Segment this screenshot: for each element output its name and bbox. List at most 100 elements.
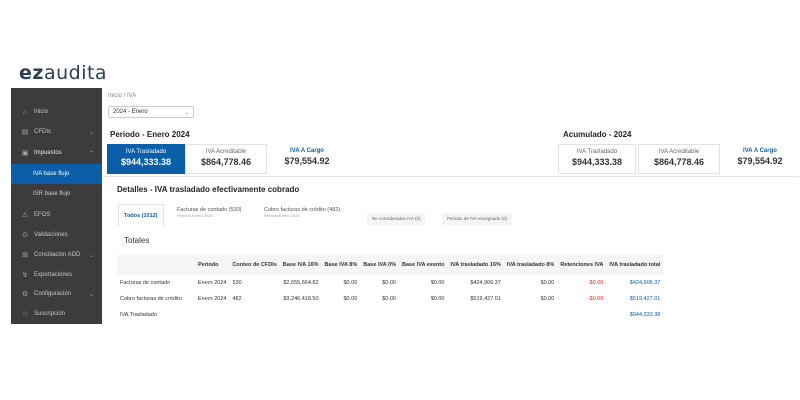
card-iva-acreditable[interactable]: IVA Acreditable $864,778.46: [185, 144, 267, 174]
chip-periodo-reasignado[interactable]: Periodo de IVA reasignado (0): [442, 213, 512, 225]
tab-sublabel: Periodo Enero 2024: [177, 213, 213, 218]
cell-base-8: [322, 307, 361, 323]
sidebar-item-label: Suscripción: [34, 311, 66, 317]
sidebar-item-label: CFDIs: [34, 129, 51, 135]
logo-audita: audita: [43, 62, 108, 84]
tab-cobro-credito[interactable]: Cobro facturas de crédito (482) Periodo …: [259, 204, 346, 226]
accum-card-iva-a-cargo[interactable]: IVA A Cargo $79,554.92: [723, 144, 797, 174]
sidebar-item-isr-base-flujo[interactable]: ISR base flujo: [11, 184, 102, 204]
sidebar-item-validaciones[interactable]: ⊙ Validaciones: [11, 225, 102, 245]
period-select-value: 2024 - Enero: [113, 109, 148, 115]
chevron-down-icon: ⌄: [183, 110, 189, 116]
cell-iva-total-link[interactable]: $944,333.38: [606, 307, 663, 323]
cell-retenciones: [557, 307, 606, 323]
card-label: IVA Acreditable: [205, 149, 247, 155]
tab-label: Todos (1012): [124, 212, 158, 219]
cell-concept: IVA Trasladado: [120, 312, 157, 318]
col-header: Periodo: [195, 255, 230, 275]
tax-icon: ▣: [21, 150, 29, 157]
cell-iva-total-link[interactable]: $424,906.37: [606, 275, 663, 291]
tab-sublabel: Periodo Enero 2024: [264, 213, 300, 218]
cell-base-16: $3,246,418.50: [283, 296, 319, 302]
card-label: IVA Trasladado: [576, 149, 618, 155]
col-header: Base IVA 0%: [360, 255, 399, 275]
col-header: Base IVA 8%: [321, 255, 361, 275]
sidebar-item-exportaciones[interactable]: ↯ Exportaciones: [11, 265, 102, 285]
document-icon: ▤: [21, 129, 29, 136]
sidebar-item-iva-base-flujo[interactable]: IVA base flujo: [11, 164, 102, 184]
sidebar: ⌂ Inicio ▤ CFDIs ⌄ ▣ Impuestos ⌃ IVA bas…: [11, 88, 102, 324]
col-header: Retenciones IVA: [557, 255, 607, 275]
sidebar-item-impuestos[interactable]: ▣ Impuestos ⌃: [11, 143, 102, 163]
export-icon: ↯: [22, 272, 28, 279]
bank-icon: ⊞: [22, 252, 28, 259]
chevron-down-icon: ⌄: [88, 129, 94, 136]
card-value: $864,778.46: [200, 157, 252, 167]
card-value: $79,554.92: [737, 156, 783, 166]
cell-base-0: $0.00: [382, 280, 396, 286]
cell-periodo: Enero 2024: [198, 296, 227, 302]
col-header: Conteo de CFDIs: [229, 255, 280, 275]
details-title: Detalles - IVA trasladado efectivamente …: [117, 185, 300, 194]
cell-base-8: $0.00: [343, 280, 358, 286]
cell-periodo: Enero 2024: [198, 280, 227, 286]
sidebar-item-inicio[interactable]: ⌂ Inicio: [11, 102, 102, 122]
star-icon: ☆: [21, 311, 29, 318]
accumulated-title: Acumulado - 2024: [563, 130, 632, 139]
chip-no-considerados[interactable]: No considerados IVA (0): [367, 213, 426, 225]
cell-iva-8: $0.00: [540, 280, 555, 286]
card-value: $944,333.38: [571, 157, 623, 167]
card-label: IVA A Cargo: [290, 148, 324, 154]
period-select[interactable]: 2024 - Enero ⌄: [108, 106, 194, 118]
cell-iva-16: $519,427.01: [470, 296, 501, 302]
cell-base-exento: $0.00: [430, 296, 445, 302]
col-header: [117, 255, 195, 275]
sidebar-item-label: ISR base flujo: [33, 191, 71, 197]
app-logo: ezaudita: [19, 62, 107, 84]
sidebar-item-label: Validaciones: [34, 232, 68, 238]
table-header-row: Periodo Conteo de CFDIs Base IVA 16% Bas…: [117, 255, 664, 275]
tab-facturas-contado[interactable]: Facturas de contado (530) Periodo Enero …: [172, 204, 247, 226]
table-row: IVA Trasladado $944,333.38: [117, 307, 663, 323]
accum-card-iva-trasladado[interactable]: IVA Trasladado $944,333.38: [558, 144, 636, 174]
check-icon: ⊙: [22, 232, 28, 239]
cell-iva-total-link[interactable]: $519,427.01: [606, 291, 663, 307]
sidebar-item-label: Configuración: [34, 291, 72, 297]
sidebar-item-suscripcion[interactable]: ☆ Suscripción: [11, 304, 102, 324]
tab-todos[interactable]: Todos (1012): [118, 204, 164, 226]
alert-icon: ⚠: [21, 212, 29, 219]
cell-iva-8: $0.00: [540, 296, 555, 302]
card-iva-trasladado[interactable]: IVA Trasladado $944,333.38: [107, 144, 185, 174]
sidebar-item-conciliacion[interactable]: ⊞ Conciliación ADD ⌄: [11, 245, 102, 265]
accum-card-iva-acreditable[interactable]: IVA Acreditable $864,778.46: [638, 144, 720, 174]
gear-icon: ⚙: [21, 291, 29, 298]
cell-concept: Facturas de contado: [120, 280, 171, 286]
cell-retenciones: -$0.00: [587, 296, 604, 302]
cell-base-exento: [399, 307, 448, 323]
chevron-down-icon: ⌄: [88, 291, 94, 298]
card-label: IVA Trasladado: [125, 149, 167, 155]
card-iva-a-cargo[interactable]: IVA A Cargo $79,554.92: [270, 144, 344, 174]
sidebar-item-label: Conciliación ADD: [34, 252, 81, 258]
sidebar-item-label: IVA base flujo: [33, 171, 70, 177]
cell-base-0: $0.00: [382, 296, 396, 302]
col-header: Base IVA exento: [398, 255, 448, 275]
sidebar-item-label: Inicio: [34, 109, 49, 115]
col-header: IVA trasladado 16%: [447, 255, 504, 275]
cell-iva-16: [447, 307, 503, 323]
cell-base-0: [360, 307, 399, 323]
sidebar-item-label: EFOS: [34, 212, 51, 218]
cell-periodo: [195, 307, 229, 323]
card-label: IVA A Cargo: [743, 148, 777, 154]
sidebar-item-efos[interactable]: ⚠ EFOS: [11, 205, 102, 225]
sidebar-item-configuracion[interactable]: ⚙ Configuración ⌄: [11, 284, 102, 304]
cell-conteo: [229, 307, 279, 323]
breadcrumb[interactable]: Inicio / IVA: [108, 93, 136, 99]
cell-base-8: $0.00: [343, 296, 358, 302]
col-header: IVA trasladado total: [606, 255, 664, 275]
sidebar-item-cfdis[interactable]: ▤ CFDIs ⌄: [11, 122, 102, 142]
card-label: IVA Acreditable: [658, 149, 700, 155]
cell-base-16: [280, 307, 322, 323]
sidebar-item-label: Impuestos: [34, 150, 62, 156]
card-value: $864,778.46: [653, 157, 705, 167]
